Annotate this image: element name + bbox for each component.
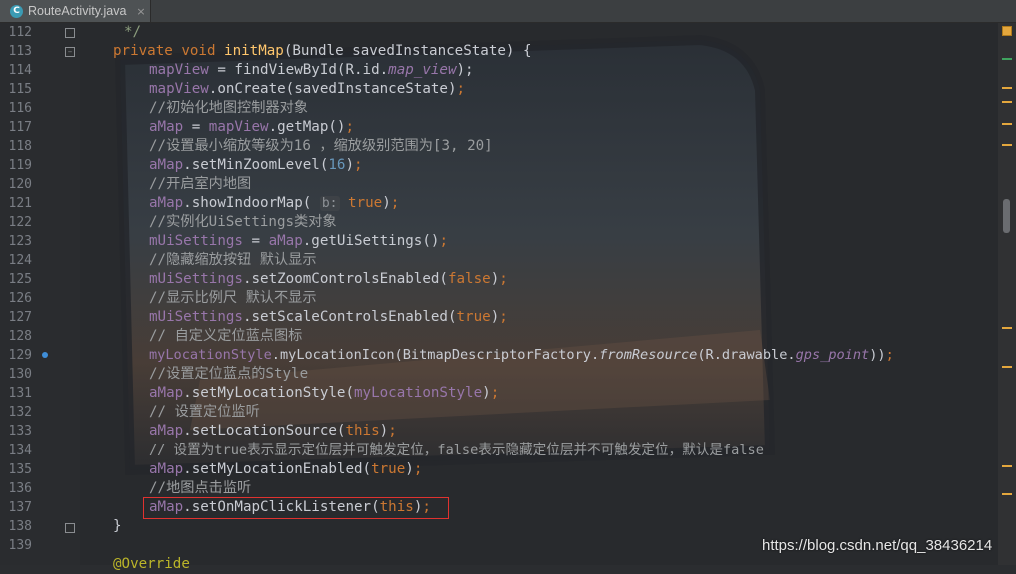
line-number: 128 bbox=[8, 329, 32, 344]
line-number: 131 bbox=[8, 386, 32, 401]
line-number: 117 bbox=[8, 120, 32, 135]
line-number: 127 bbox=[8, 310, 32, 325]
line-number: 121 bbox=[8, 196, 32, 211]
close-icon[interactable]: × bbox=[136, 5, 145, 18]
code-line-128: // 自定义定位蓝点图标 bbox=[149, 328, 303, 344]
highlight-annotation-box bbox=[143, 497, 449, 519]
warning-marker[interactable] bbox=[1002, 366, 1012, 368]
line-number: 130 bbox=[8, 367, 32, 382]
code-line-121: aMap.showIndoorMap( b: true); bbox=[149, 195, 400, 211]
code-line-120: //开启室内地图 bbox=[149, 176, 252, 192]
warning-marker[interactable] bbox=[1002, 465, 1012, 467]
code-line-136: //地图点击监听 bbox=[149, 480, 252, 496]
fold-end-icon[interactable] bbox=[65, 28, 75, 38]
code-line-123: mUiSettings = aMap.getUiSettings(); bbox=[149, 233, 448, 249]
line-number: 124 bbox=[8, 253, 32, 268]
error-stripe-scrollbar[interactable] bbox=[998, 23, 1016, 565]
line-number: 114 bbox=[8, 63, 32, 78]
code-line-134: // 设置为true表示显示定位层并可触发定位，false表示隐藏定位层并不可触… bbox=[149, 442, 764, 458]
code-line-113: private void initMap(Bundle savedInstanc… bbox=[113, 43, 532, 59]
code-line-132: // 设置定位监听 bbox=[149, 404, 260, 420]
line-number: 122 bbox=[8, 215, 32, 230]
line-number: 125 bbox=[8, 272, 32, 287]
warning-marker[interactable] bbox=[1002, 101, 1012, 103]
code-line-135: aMap.setMyLocationEnabled(true); bbox=[149, 461, 423, 477]
tab-routeactivity-java[interactable]: C RouteActivity.java × bbox=[0, 0, 151, 22]
line-number: 133 bbox=[8, 424, 32, 439]
code-line-119: aMap.setMinZoomLevel(16); bbox=[149, 157, 363, 173]
code-line-131: aMap.setMyLocationStyle(myLocationStyle)… bbox=[149, 385, 500, 401]
line-number: 129 bbox=[8, 348, 32, 363]
line-number: 135 bbox=[8, 462, 32, 477]
line-number: 136 bbox=[8, 481, 32, 496]
warning-marker[interactable] bbox=[1002, 144, 1012, 146]
code-line-115: mapView.onCreate(savedInstanceState); bbox=[149, 81, 466, 97]
line-number: 126 bbox=[8, 291, 32, 306]
code-line-114: mapView = findViewById(R.id.map_view); bbox=[149, 62, 474, 78]
line-number: 138 bbox=[8, 519, 32, 534]
change-marker[interactable] bbox=[1002, 58, 1012, 60]
code-line-122: //实例化UiSettings类对象 bbox=[149, 214, 337, 230]
line-number: 120 bbox=[8, 177, 32, 192]
warning-marker[interactable] bbox=[1002, 327, 1012, 329]
line-number: 139 bbox=[8, 538, 32, 553]
line-number-gutter: 112 113 114 115 116 117 118 119 120 121 … bbox=[0, 23, 80, 565]
warning-marker[interactable] bbox=[1002, 123, 1012, 125]
warning-marker[interactable] bbox=[1002, 87, 1012, 89]
watermark-url: https://blog.csdn.net/qq_38436214 bbox=[762, 537, 993, 554]
code-editor[interactable]: */ private void initMap(Bundle savedInst… bbox=[78, 23, 998, 572]
warning-marker[interactable] bbox=[1002, 493, 1012, 495]
line-number: 112 bbox=[8, 25, 32, 40]
tab-label: RouteActivity.java bbox=[28, 4, 127, 18]
code-line-117: aMap = mapView.getMap(); bbox=[149, 119, 355, 135]
line-number: 132 bbox=[8, 405, 32, 420]
code-line-112: */ bbox=[124, 24, 142, 40]
scrollbar-thumb[interactable] bbox=[1003, 199, 1010, 233]
editor-tab-bar: C RouteActivity.java × bbox=[0, 0, 1016, 23]
code-line-133: aMap.setLocationSource(this); bbox=[149, 423, 397, 439]
line-number: 134 bbox=[8, 443, 32, 458]
line-number: 119 bbox=[8, 158, 32, 173]
fold-collapse-icon[interactable]: − bbox=[65, 47, 75, 57]
code-line-116: //初始化地图控制器对象 bbox=[149, 100, 308, 116]
code-line-126: //显示比例尺 默认不显示 bbox=[149, 290, 317, 306]
code-line-124: //隐藏缩放按钮 默认显示 bbox=[149, 252, 317, 268]
java-class-icon: C bbox=[10, 4, 23, 18]
code-line-138: } bbox=[113, 518, 122, 534]
line-number: 113 bbox=[8, 44, 32, 59]
line-number: 123 bbox=[8, 234, 32, 249]
fold-end-icon[interactable] bbox=[65, 523, 75, 533]
code-line-127: mUiSettings.setScaleControlsEnabled(true… bbox=[149, 309, 508, 325]
code-line-118: //设置最小缩放等级为16 ，缩放级别范围为[3, 20] bbox=[149, 138, 493, 154]
line-number: 115 bbox=[8, 82, 32, 97]
line-number: 118 bbox=[8, 139, 32, 154]
line-number: 116 bbox=[8, 101, 32, 116]
breakpoint-marker-icon[interactable] bbox=[42, 352, 48, 358]
parameter-hint: b: bbox=[319, 196, 340, 211]
line-number: 137 bbox=[8, 500, 32, 515]
code-line-129: myLocationStyle.myLocationIcon(BitmapDes… bbox=[149, 347, 894, 363]
warning-indicator-icon[interactable] bbox=[1002, 26, 1012, 36]
code-line-125: mUiSettings.setZoomControlsEnabled(false… bbox=[149, 271, 508, 287]
code-line-130: //设置定位蓝点的Style bbox=[149, 366, 309, 382]
